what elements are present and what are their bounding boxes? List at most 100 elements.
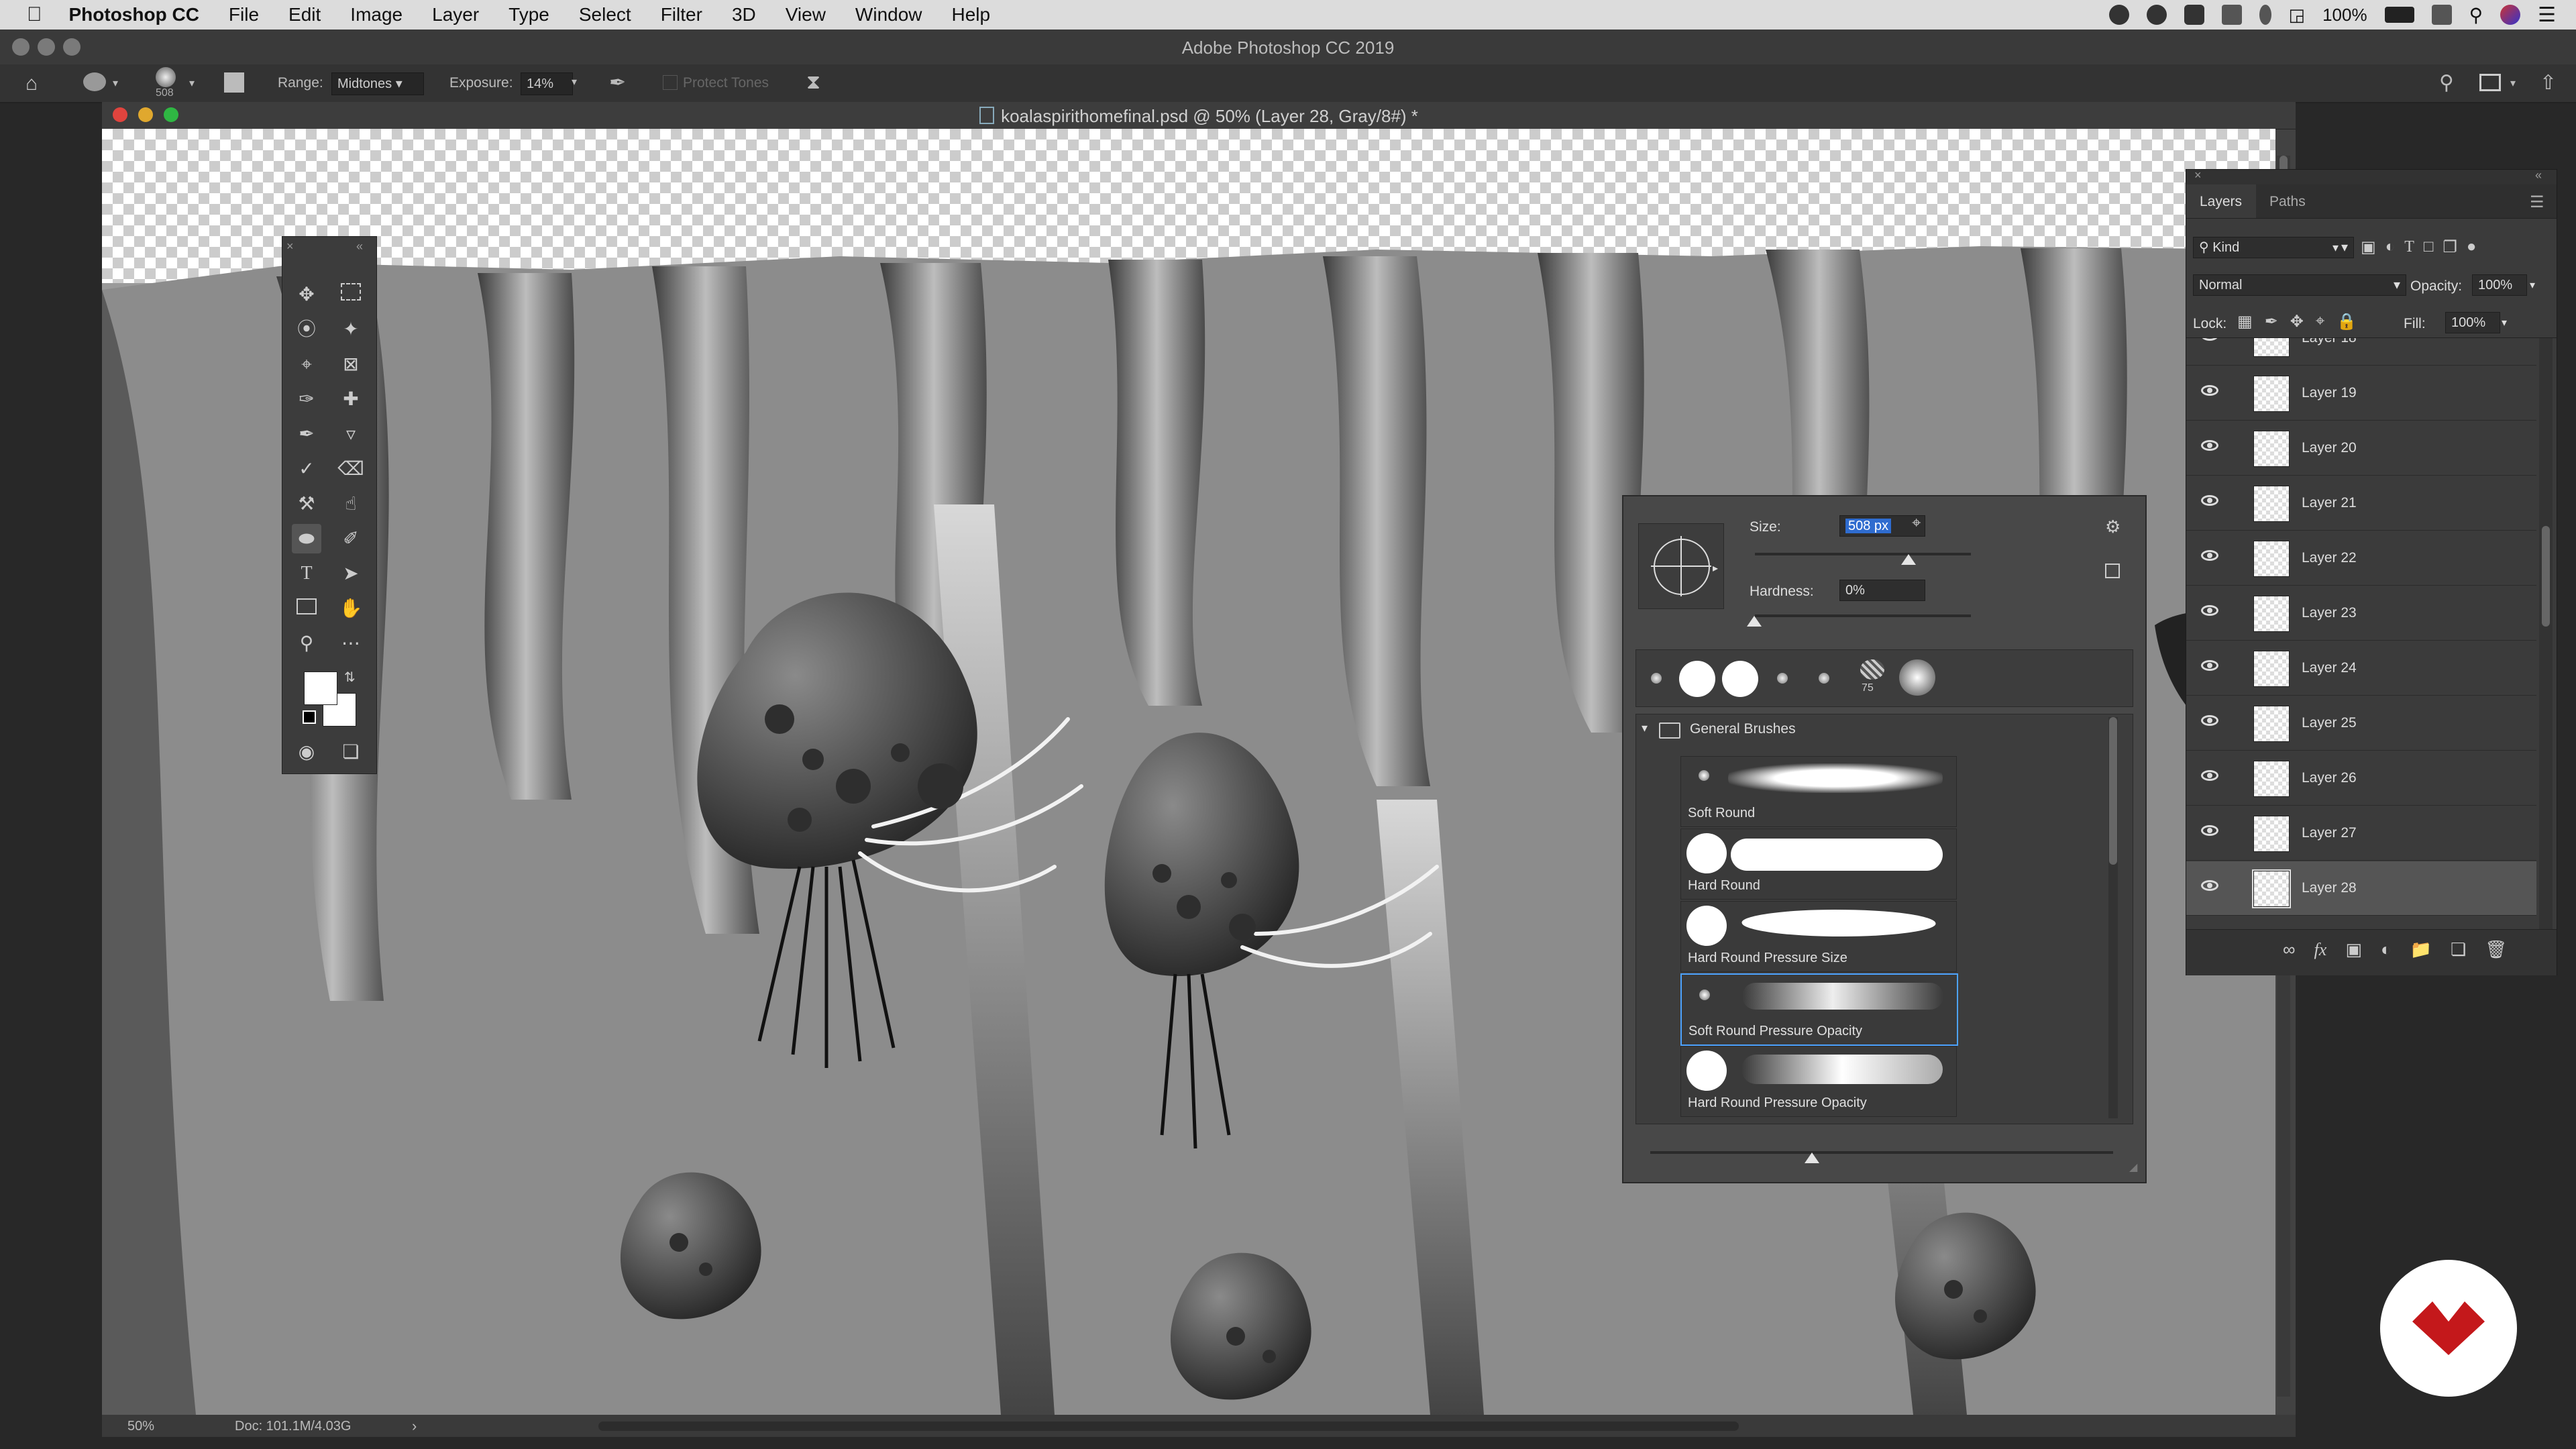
layer-row[interactable]: Layer 20 xyxy=(2186,421,2536,476)
add-mask-icon[interactable]: ▣ xyxy=(2345,939,2362,960)
layer-row[interactable]: Layer 19 xyxy=(2186,366,2536,421)
brush-hard-round-pressure-opacity[interactable]: Hard Round Pressure Opacity xyxy=(1680,1046,1957,1117)
notification-center-icon[interactable]: ☰ xyxy=(2538,3,2556,27)
preview-size-slider-track[interactable] xyxy=(1650,1151,2113,1154)
layers-scroll-thumb[interactable] xyxy=(2542,526,2550,627)
lock-transparency-icon[interactable]: ▦ xyxy=(2237,312,2253,331)
menu-edit[interactable]: Edit xyxy=(288,4,321,25)
recent-brush-textured[interactable] xyxy=(1860,659,1884,680)
clone-stamp-tool-icon[interactable]: ▿ xyxy=(336,419,366,449)
collapse-icon[interactable]: « xyxy=(356,239,363,254)
exposure-input[interactable]: 14% xyxy=(521,72,573,95)
zoom-tool-icon[interactable]: ⚲ xyxy=(292,629,321,658)
preview-size-slider-thumb[interactable] xyxy=(1805,1152,1819,1163)
close-icon[interactable]: × xyxy=(286,239,294,254)
delete-layer-icon[interactable]: 🗑 xyxy=(2485,939,2507,960)
new-layer-icon[interactable]: ❏ xyxy=(2451,939,2466,960)
healing-brush-tool-icon[interactable]: ✚ xyxy=(336,384,366,414)
menu-filter[interactable]: Filter xyxy=(661,4,702,25)
angle-arrow-icon[interactable]: ▸ xyxy=(1713,561,1718,575)
menu-image[interactable]: Image xyxy=(350,4,402,25)
layer-row[interactable]: Layer 24 xyxy=(2186,641,2536,696)
brush-angle-preview[interactable]: ▸ xyxy=(1638,523,1724,609)
chevron-down-icon[interactable]: ▾ xyxy=(189,76,195,90)
hardness-slider-track[interactable] xyxy=(1755,614,1971,617)
shape-filter-icon[interactable]: □ xyxy=(2424,237,2434,256)
hardness-slider-thumb[interactable] xyxy=(1747,616,1762,627)
opacity-input[interactable]: 100% xyxy=(2472,274,2527,296)
display-icon[interactable] xyxy=(2431,5,2452,25)
visibility-eye-icon[interactable] xyxy=(2201,605,2218,616)
more-tools-icon[interactable]: ⋯ xyxy=(336,629,366,658)
hardness-input[interactable]: 0% xyxy=(1839,580,1925,601)
airbrush-icon[interactable]: ✒ xyxy=(609,71,626,95)
smart-object-filter-icon[interactable]: ❐ xyxy=(2443,237,2457,257)
layer-row[interactable]: Layer 21 xyxy=(2186,476,2536,531)
magic-wand-tool-icon[interactable]: ✦ xyxy=(336,315,366,344)
fill-input[interactable]: 100% xyxy=(2445,312,2500,333)
sponge-tool-icon[interactable]: ⬬ xyxy=(292,524,321,553)
size-slider-track[interactable] xyxy=(1755,553,1971,555)
marquee-tool-icon[interactable] xyxy=(336,280,366,309)
move-tool-icon[interactable]: ✥ xyxy=(292,280,321,309)
protect-tones-checkbox[interactable] xyxy=(663,75,678,90)
menu-type[interactable]: Type xyxy=(508,4,549,25)
airplay-icon[interactable] xyxy=(2221,5,2242,25)
menu-3d[interactable]: 3D xyxy=(732,4,756,25)
recent-brush-hard-large[interactable] xyxy=(1722,661,1758,697)
brush-hard-round-pressure-size[interactable]: Hard Round Pressure Size xyxy=(1680,901,1957,972)
resize-grip-icon[interactable]: ◢ xyxy=(2129,1161,2137,1174)
layer-row[interactable]: Layer 18 xyxy=(2186,338,2536,366)
menu-file[interactable]: File xyxy=(229,4,259,25)
layer-row[interactable]: Layer 23 xyxy=(2186,586,2536,641)
layer-row-selected[interactable]: Layer 28 xyxy=(2186,861,2536,916)
size-slider-thumb[interactable] xyxy=(1901,554,1916,565)
chevron-down-icon[interactable]: ▾ xyxy=(572,75,577,89)
visibility-eye-icon[interactable] xyxy=(2201,715,2218,726)
tab-layers[interactable]: Layers xyxy=(2186,184,2256,218)
bluetooth-icon[interactable] xyxy=(2259,5,2271,25)
chevron-down-icon[interactable]: ▾ xyxy=(2530,278,2535,292)
doc-size-info[interactable]: Doc: 101.1M/4.03G xyxy=(235,1419,351,1434)
adjustment-filter-icon[interactable]: ◐ xyxy=(2385,237,2396,256)
recent-brush-soft-large[interactable] xyxy=(1899,659,1935,696)
visibility-eye-icon[interactable] xyxy=(2201,495,2218,506)
brush-list-scroll-thumb[interactable] xyxy=(2109,717,2117,865)
horizontal-scrollbar[interactable] xyxy=(598,1421,1739,1431)
brush-group-name[interactable]: General Brushes xyxy=(1690,721,1796,737)
filter-kind-select[interactable]: ⚲ Kind ▾ xyxy=(2193,237,2354,258)
path-selection-tool-icon[interactable]: ➤ xyxy=(336,559,366,588)
brush-hard-round[interactable]: Hard Round xyxy=(1680,828,1957,900)
home-icon[interactable]: ⌂ xyxy=(25,72,38,95)
lock-pixels-icon[interactable]: ✒ xyxy=(2265,312,2278,331)
type-filter-icon[interactable]: T xyxy=(2404,238,2414,256)
visibility-eye-icon[interactable] xyxy=(2201,338,2218,341)
wifi-icon[interactable]: ◲ xyxy=(2289,5,2306,25)
visibility-eye-icon[interactable] xyxy=(2201,880,2218,891)
siri-icon[interactable] xyxy=(2500,5,2521,25)
link-layers-icon[interactable]: ∞ xyxy=(2283,939,2296,960)
history-brush-tool-icon[interactable]: ✓ xyxy=(292,454,321,484)
swap-colors-icon[interactable]: ⇅ xyxy=(344,669,356,686)
adjustment-layer-icon[interactable]: ◐ xyxy=(2381,939,2392,960)
visibility-eye-icon[interactable] xyxy=(2201,440,2218,451)
tab-paths[interactable]: Paths xyxy=(2269,194,2306,210)
eraser-tool-icon[interactable]: ⌫ xyxy=(336,454,366,484)
brush-soft-round[interactable]: Soft Round xyxy=(1680,756,1957,827)
record-icon[interactable] xyxy=(2108,5,2129,25)
workspace-icon[interactable] xyxy=(2479,74,2501,91)
paint-bucket-tool-icon[interactable]: ⚒ xyxy=(292,489,321,519)
chevron-down-icon[interactable]: ▾ xyxy=(113,76,118,90)
crop-tool-icon[interactable]: ⌖ xyxy=(292,350,321,379)
battery-icon[interactable] xyxy=(2384,7,2414,23)
visibility-eye-icon[interactable] xyxy=(2201,770,2218,781)
brush-list-scrollbar[interactable] xyxy=(2108,717,2118,1118)
range-select[interactable]: Midtones ▾ xyxy=(331,72,424,95)
lock-position-icon[interactable]: ✥ xyxy=(2290,312,2304,331)
foreground-color-front[interactable] xyxy=(304,672,337,705)
apple-icon[interactable]:  xyxy=(27,3,42,26)
menu-help[interactable]: Help xyxy=(952,4,991,25)
pressure-size-icon[interactable]: ⧗ xyxy=(806,71,820,94)
menu-select[interactable]: Select xyxy=(579,4,631,25)
screen-mode-icon[interactable]: ❏ xyxy=(336,737,366,767)
